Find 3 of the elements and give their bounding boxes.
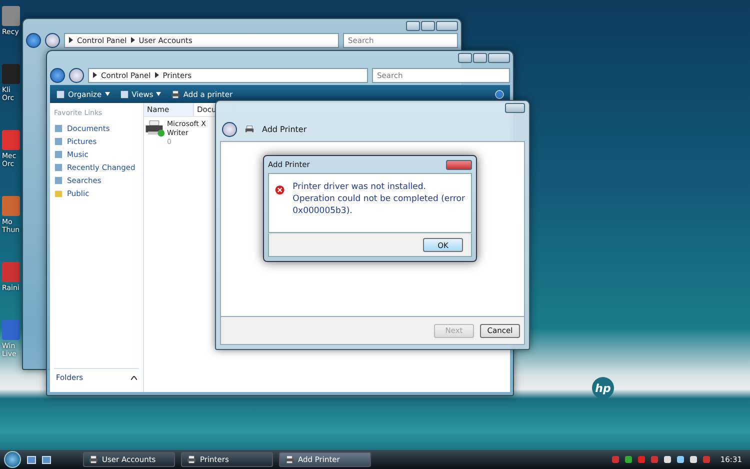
wizard-title: Add Printer xyxy=(262,124,307,134)
error-message: Printer driver was not installed. Operation could not be completed (error 0x000005b3). xyxy=(292,181,465,218)
logo: hp xyxy=(592,377,614,399)
